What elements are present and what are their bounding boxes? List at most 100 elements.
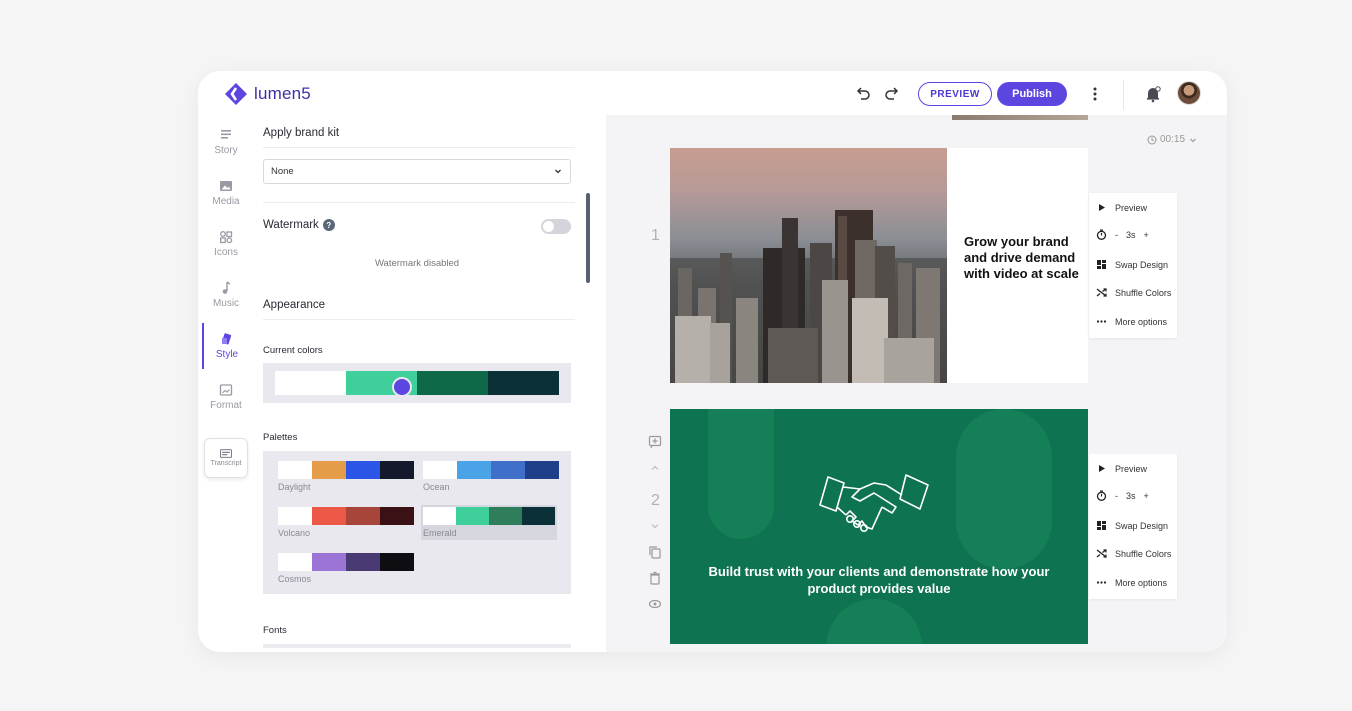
- nav-label-icons: Icons: [214, 247, 238, 258]
- palette-swatches: [278, 461, 414, 479]
- chevron-down-icon: [555, 169, 561, 174]
- stopwatch-icon: [1096, 229, 1107, 240]
- color-swatch[interactable]: [275, 371, 346, 395]
- brand-kit-value: None: [271, 166, 294, 177]
- color-swatch[interactable]: [488, 371, 559, 395]
- scene-2-options: Preview - 3s + Swap Design Shuffle Color…: [1089, 454, 1177, 599]
- notification-bell-icon[interactable]: [1144, 85, 1162, 103]
- palette-color-swatch: [491, 461, 525, 479]
- undo-icon[interactable]: [854, 85, 872, 103]
- nav-item-media[interactable]: Media: [202, 170, 250, 216]
- video-duration[interactable]: 00:15: [1147, 134, 1198, 145]
- timing-increase[interactable]: +: [1144, 230, 1149, 240]
- duplicate-icon[interactable]: [648, 545, 662, 559]
- brand-kit-select[interactable]: None: [263, 159, 571, 184]
- option-label: Shuffle Colors: [1115, 287, 1172, 298]
- divider: [263, 147, 575, 148]
- palette-ocean[interactable]: Ocean: [423, 461, 559, 492]
- app-logo[interactable]: lumen5: [224, 82, 311, 106]
- publish-button[interactable]: Publish: [997, 82, 1067, 106]
- palette-swatches: [278, 507, 414, 525]
- palette-emerald[interactable]: Emerald: [421, 505, 557, 540]
- palette-cosmos[interactable]: Cosmos: [278, 553, 414, 584]
- redo-icon[interactable]: [883, 85, 901, 103]
- chevron-up-icon[interactable]: [648, 461, 662, 475]
- palette-color-swatch: [278, 553, 312, 571]
- palette-volcano[interactable]: Volcano: [278, 507, 414, 538]
- chevron-down-icon[interactable]: [648, 519, 662, 533]
- scene-timing-option[interactable]: - 3s +: [1096, 229, 1149, 240]
- more-options[interactable]: More options: [1096, 316, 1167, 327]
- timing-value: 3s: [1126, 229, 1136, 240]
- transcript-icon: [220, 449, 232, 458]
- appearance-heading: Appearance: [263, 299, 326, 311]
- city-skyline-image: [670, 148, 947, 383]
- option-label: Preview: [1115, 463, 1148, 474]
- nav-item-music[interactable]: Music: [202, 272, 250, 318]
- swap-design-option[interactable]: Swap Design: [1096, 520, 1168, 531]
- shuffle-colors-option[interactable]: Shuffle Colors: [1096, 548, 1171, 559]
- scene-2-slide[interactable]: Build trust with your clients and demons…: [670, 409, 1088, 644]
- palette-color-swatch: [525, 461, 559, 479]
- scene-timing-option[interactable]: - 3s +: [1096, 490, 1149, 501]
- decorative-shape: [956, 409, 1052, 569]
- swap-design-option[interactable]: Swap Design: [1096, 259, 1168, 270]
- palette-swatches: [423, 461, 559, 479]
- header-divider: [1123, 80, 1124, 110]
- trash-icon[interactable]: [648, 571, 662, 585]
- ellipsis-icon: [1096, 320, 1107, 323]
- style-palette-icon: [221, 333, 232, 345]
- scene-1-slide[interactable]: Grow your brand and drive demand with vi…: [670, 148, 1088, 383]
- clock-icon: [1147, 135, 1157, 144]
- city-skyline-illustration: [670, 210, 947, 383]
- palette-daylight[interactable]: Daylight: [278, 461, 414, 492]
- timing-decrease[interactable]: -: [1115, 230, 1118, 240]
- nav-label-format: Format: [210, 400, 242, 411]
- scene-preview-option[interactable]: Preview: [1096, 202, 1147, 213]
- hide-scene-icon[interactable]: [648, 597, 662, 611]
- nav-item-format[interactable]: Format: [202, 374, 250, 420]
- palette-name: Volcano: [278, 528, 311, 538]
- nav-item-story[interactable]: Story: [202, 119, 250, 165]
- palette-color-swatch: [456, 507, 489, 525]
- help-icon[interactable]: ?: [322, 219, 335, 231]
- preview-button[interactable]: PREVIEW: [918, 82, 992, 106]
- stopwatch-icon: [1096, 490, 1107, 501]
- option-label: More options: [1115, 577, 1168, 588]
- current-colors-bar[interactable]: [263, 363, 571, 403]
- fonts-section: [263, 644, 571, 648]
- previous-scene-thumbnail[interactable]: [952, 115, 1088, 120]
- shuffle-colors-option[interactable]: Shuffle Colors: [1096, 287, 1171, 298]
- color-slider-handle[interactable]: [392, 377, 412, 397]
- watermark-status: Watermark disabled: [374, 258, 460, 269]
- palettes-list: Daylight Ocean Volcano Emerald Cosmos: [263, 451, 571, 594]
- user-avatar[interactable]: [1177, 81, 1201, 105]
- timing-decrease[interactable]: -: [1115, 491, 1118, 501]
- decorative-shape: [708, 409, 774, 539]
- palettes-label: Palettes: [263, 432, 298, 443]
- more-options[interactable]: More options: [1096, 577, 1167, 588]
- timing-value: 3s: [1126, 490, 1136, 501]
- nav-item-style[interactable]: Style: [202, 323, 250, 369]
- scene-2-caption[interactable]: Build trust with your clients and demons…: [700, 563, 1058, 597]
- color-swatch[interactable]: [417, 371, 488, 395]
- palette-color-swatch: [346, 461, 380, 479]
- timing-increase[interactable]: +: [1144, 491, 1149, 501]
- palette-color-swatch: [522, 507, 555, 525]
- watermark-toggle[interactable]: [541, 219, 571, 234]
- play-icon: [1099, 465, 1105, 472]
- palette-name: Daylight: [278, 482, 311, 492]
- more-menu-icon[interactable]: [1090, 85, 1100, 103]
- transcript-button[interactable]: Transcript: [204, 438, 248, 478]
- transcript-label: Transcript: [210, 460, 242, 467]
- palette-name: Ocean: [423, 482, 450, 492]
- shuffle-icon: [1096, 549, 1107, 558]
- add-scene-icon[interactable]: [648, 435, 662, 449]
- scene-1-headline[interactable]: Grow your brand and drive demand with vi…: [964, 234, 1084, 282]
- decorative-shape: [826, 599, 922, 644]
- scene-preview-option[interactable]: Preview: [1096, 463, 1147, 474]
- left-nav: Story Media Icons Music Style Format Tra…: [198, 119, 250, 652]
- nav-item-icons[interactable]: Icons: [202, 221, 250, 267]
- palette-color-swatch: [380, 461, 414, 479]
- panel-scrollbar[interactable]: [586, 193, 590, 283]
